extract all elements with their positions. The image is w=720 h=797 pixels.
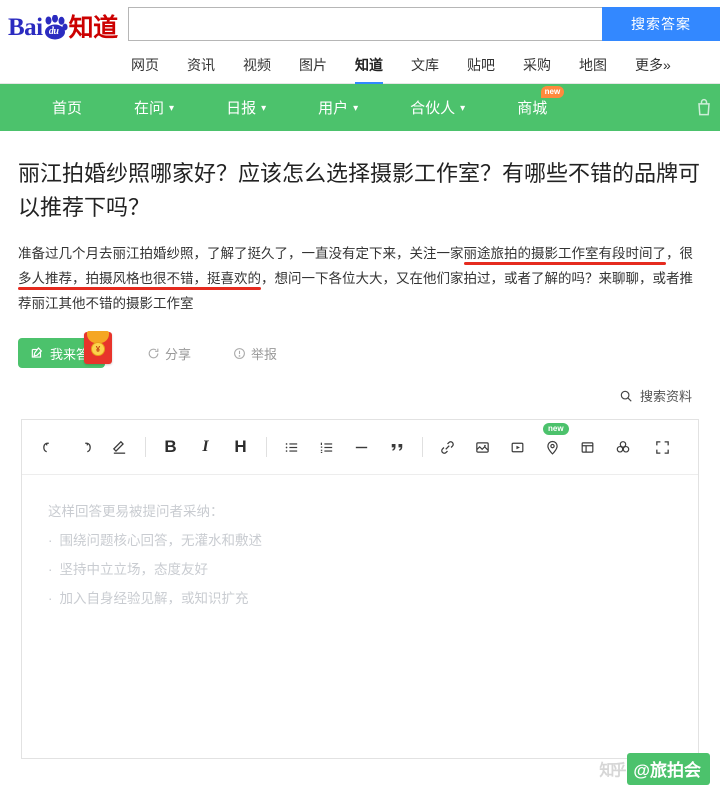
link-icon[interactable] [434, 434, 461, 461]
heading-button[interactable]: H [227, 434, 254, 461]
table-icon[interactable] [574, 434, 601, 461]
image-icon[interactable] [469, 434, 496, 461]
formula-icon[interactable] [609, 434, 636, 461]
heading-glyph: H [234, 437, 247, 456]
nav-item-home[interactable]: 首页 [52, 97, 82, 118]
report-button[interactable]: 举报 [233, 344, 277, 363]
redo-icon[interactable] [71, 434, 98, 461]
horizontal-rule-icon[interactable] [348, 434, 375, 461]
nav-item-daily-label: 日报 [226, 100, 257, 117]
nav-item-users[interactable]: 用户 ▾ [318, 97, 358, 118]
question-body-part2: ，很 [666, 246, 693, 261]
toolbar-divider [422, 437, 423, 457]
tab-zhidao[interactable]: 知道 [355, 47, 383, 84]
watermark: 知乎 @旅拍会 [599, 753, 710, 785]
nav-item-home-label: 首页 [52, 100, 83, 117]
fullscreen-icon[interactable] [649, 434, 676, 461]
warning-circle-icon [233, 347, 246, 360]
placeholder-bullet-text: 加入自身经验见解，或知识扩充 [59, 591, 249, 606]
placeholder-bullet: 加入自身经验见解，或知识扩充 [48, 584, 672, 613]
toolbar-divider [266, 437, 267, 457]
answer-editor: B I H new 这样回答更易被提问者采纳： · 围绕问题核心回答，无灌水和敷… [21, 419, 699, 759]
italic-glyph: I [202, 438, 209, 455]
chevron-down-icon: ▾ [261, 102, 267, 114]
chevron-down-icon: ▾ [353, 102, 359, 114]
tab-wenku[interactable]: 文库 [411, 47, 439, 84]
paw-icon: du [42, 14, 68, 41]
search-icon [619, 389, 633, 403]
nav-item-asking-label: 在问 [134, 100, 165, 117]
eraser-icon[interactable] [106, 434, 133, 461]
nav-item-mall-label: 商城 [517, 100, 548, 117]
question-body: 准备过几个月去丽江拍婚纱照，了解了挺久了，一直没有定下来，关注一家丽途旅拍的摄影… [18, 241, 702, 316]
tab-news[interactable]: 资讯 [187, 47, 215, 84]
placeholder-title: 这样回答更易被提问者采纳： [48, 504, 224, 519]
green-navbar: 首页 在问 ▾ 日报 ▾ 用户 ▾ 合伙人 ▾ 商城 new [0, 84, 720, 131]
new-badge: new [540, 86, 565, 98]
ordered-list-icon[interactable] [313, 434, 340, 461]
placeholder-bullet-text: 围绕问题核心回答，无灌水和敷述 [59, 533, 263, 548]
tab-video[interactable]: 视频 [243, 47, 271, 84]
nav-item-partners[interactable]: 合伙人 ▾ [410, 97, 465, 118]
bold-glyph: B [164, 437, 177, 456]
baidu-zhidao-logo[interactable]: Bai du 知道 [8, 7, 118, 41]
share-label: 分享 [165, 346, 192, 362]
bullet-list-icon[interactable] [278, 434, 305, 461]
share-icon [147, 347, 160, 360]
question-body-highlight-1: 丽途旅拍的摄影工作室有段时间了 [463, 246, 667, 261]
site-header: Bai du 知道 搜索答案 [0, 0, 720, 47]
question-action-row: 我来答 ¥ 分享 举报 [18, 331, 702, 368]
search-input[interactable] [127, 6, 602, 41]
nav-item-partners-label: 合伙人 [410, 100, 456, 117]
question-title: 丽江拍婚纱照哪家好？应该怎么选择摄影工作室？有哪些不错的品牌可以推荐下吗？ [18, 161, 701, 220]
placeholder-bullet: 坚持中立立场，态度友好 [48, 555, 672, 584]
tab-purchase[interactable]: 采购 [523, 47, 551, 84]
location-icon[interactable]: new [539, 422, 569, 461]
page-root: Bai du 知道 搜索答案 网页 资讯 视频 图片 知道 文库 贴吧 采购 地… [0, 0, 720, 797]
editor-toolbar: B I H new [22, 420, 698, 475]
new-badge: new [543, 422, 569, 435]
tab-more[interactable]: 更多» [635, 47, 671, 84]
share-button[interactable]: 分享 [147, 344, 191, 363]
tab-map[interactable]: 地图 [579, 47, 607, 84]
search-material-label: 搜索资料 [639, 389, 692, 404]
nav-item-mall[interactable]: 商城 new [517, 86, 565, 118]
editor-placeholder[interactable]: 这样回答更易被提问者采纳： 围绕问题核心回答，无灌水和敷述 坚持中立立场，态度友… [22, 475, 698, 635]
red-envelope-icon[interactable]: ¥ [84, 331, 112, 364]
logo-du-text: du [48, 25, 59, 37]
placeholder-bullet: 围绕问题核心回答，无灌水和敷述 [48, 526, 672, 555]
italic-button[interactable]: I [192, 434, 219, 461]
envelope-coin: ¥ [91, 342, 105, 356]
vertical-tabbar: 网页 资讯 视频 图片 知道 文库 贴吧 采购 地图 更多» [0, 47, 720, 84]
question-body-part1: 准备过几个月去丽江拍婚纱照，了解了挺久了，一直没有定下来，关注一家 [18, 246, 464, 261]
nav-item-asking[interactable]: 在问 ▾ [134, 97, 174, 118]
logo-zhidao-text: 知道 [68, 13, 119, 42]
video-icon[interactable] [504, 434, 531, 461]
shopping-bag-icon[interactable] [694, 98, 714, 118]
nav-item-daily[interactable]: 日报 ▾ [226, 97, 266, 118]
search-material-button[interactable]: 搜索资料 [0, 386, 692, 405]
search-submit-button[interactable]: 搜索答案 [602, 6, 720, 41]
watermark-faint-text: 知乎 [599, 761, 626, 779]
question-body-highlight-2: 多人推荐，拍摄风格也很不错，挺喜欢的 [18, 271, 261, 286]
pencil-square-icon [30, 346, 44, 360]
watermark-brand-text: @旅拍会 [627, 753, 710, 785]
logo-bai-text: Bai [8, 13, 43, 41]
quote-icon[interactable] [383, 434, 410, 461]
bold-button[interactable]: B [157, 434, 184, 461]
placeholder-bullet-text: 坚持中立立场，态度友好 [59, 562, 209, 577]
tab-webpage[interactable]: 网页 [131, 47, 159, 84]
chevron-down-icon: ▾ [169, 102, 175, 114]
tab-tieba[interactable]: 贴吧 [467, 47, 495, 84]
undo-icon[interactable] [36, 434, 63, 461]
toolbar-divider [145, 437, 146, 457]
report-label: 举报 [251, 346, 278, 362]
chevron-down-icon: ▾ [460, 102, 466, 114]
search-bar: 搜索答案 [127, 6, 720, 41]
nav-item-users-label: 用户 [318, 100, 349, 117]
tab-image[interactable]: 图片 [299, 47, 327, 84]
